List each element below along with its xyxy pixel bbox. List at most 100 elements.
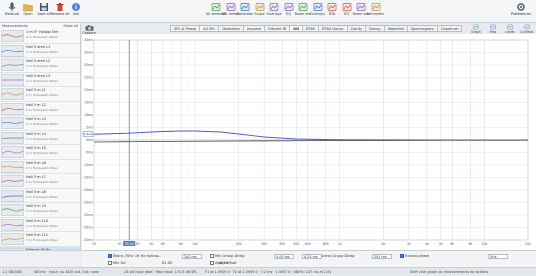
checkbox[interactable] <box>400 254 404 258</box>
info-icon <box>72 3 80 11</box>
measurement-thumbnail-curve <box>2 34 23 38</box>
measurement-thumbnail <box>1 44 24 57</box>
checkbox[interactable] <box>210 261 214 265</box>
option-row2-0[interactable]: Min Gd <box>108 261 126 265</box>
show-all-toggle[interactable]: Show all <box>63 24 78 28</box>
tab-all-spl[interactable]: All SPL <box>200 25 220 32</box>
tab-distortion[interactable]: Distortion <box>219 25 244 32</box>
value-field[interactable]: 0Hz <box>488 254 508 259</box>
measurement-name: 1 m 0° Hollow Elm <box>26 30 59 34</box>
measurement-item[interactable]: Hall 5 m L6 2 m Hollowelm Meter <box>0 160 80 174</box>
tab-decay[interactable]: Decay <box>366 25 385 32</box>
measurement-name: Hall 5 m L11 <box>26 233 49 237</box>
measurement-notes: 2 m Hollowelm Meter <box>26 78 59 83</box>
graph-tabs: SPL & Phase All SPL Distortion Impulse Filte… <box>170 25 463 32</box>
measurement-thumbnail <box>1 233 24 245</box>
measurement-thumbnail <box>1 88 24 100</box>
measurement-notes: 2 m Hollowelm Meter <box>26 122 59 126</box>
measurement-panel-footer <box>0 250 81 267</box>
measurement-notes: 2 m Hollowelm Meter <box>26 223 59 228</box>
tab-spectrogram[interactable]: Spectrogram <box>407 25 438 32</box>
preferences-label: Preferences <box>511 12 531 16</box>
checkbox[interactable] <box>108 254 112 258</box>
measurement-name: Hall 5 m L1 <box>26 88 46 92</box>
folder-icon <box>23 4 33 12</box>
measurement-item[interactable]: Hall 5 ohm L3 2 m Hollowelm Meter <box>0 73 80 87</box>
x-tick-label: 50 <box>150 242 154 246</box>
arithmetic-button[interactable]: Arithmetic <box>365 1 387 21</box>
measurement-item[interactable]: Hall 5 m L4 2 m Hollowelm Meter <box>0 131 80 145</box>
measurement-notes: 2 m Hollowelm Meter <box>26 209 59 213</box>
option-1[interactable]: Min Group Delay <box>210 254 245 258</box>
trash-icon <box>56 3 64 11</box>
measurement-notes: 2 m Hollowelm Meter <box>26 35 59 39</box>
measurement-thumbnail-curve <box>2 49 23 52</box>
graph-controls: Mains 70Hz 16 Hz Hollow... Min Group Dela… <box>82 250 536 267</box>
checkbox[interactable] <box>108 261 112 265</box>
measurement-notes: 2 m Hollowelm Meter <box>26 151 59 155</box>
measurement-item[interactable]: Hall 5 m L8 2 m Hollowelm Meter <box>0 189 80 203</box>
numeric-readout: 16.00 <box>218 261 229 265</box>
measurement-thumbnail-curve <box>2 79 23 80</box>
measurement-thumbnail-curve <box>2 223 23 226</box>
measurement-thumbnail <box>1 30 24 42</box>
value-field[interactable]: 241 ms <box>372 254 392 259</box>
measurement-item[interactable]: Hall 5 m L11 2 m Hollowelm Meter <box>0 232 80 247</box>
measurement-thumbnail <box>1 160 24 173</box>
group-delay-graph[interactable]: 40ms 35ms 30ms 25ms 20ms 15ms 10ms 5ms 0ms -5ms -1… <box>82 34 536 250</box>
save-icon <box>40 3 48 11</box>
group-delay-chart[interactable]: 40ms 35ms 30ms 25ms 20ms 15ms 10ms 5ms 0ms -5ms -1… <box>82 34 536 250</box>
measurement-item[interactable]: Hall 5 ohm L1 2 m Hollowelm Meter <box>0 44 80 58</box>
tab-rt60-decay[interactable]: RT60 Decay <box>319 25 348 32</box>
measurement-notes: 2 m Hollowelm Meter <box>26 64 59 68</box>
tab-rt60[interactable]: RT60 <box>303 25 320 32</box>
y-tick-label: 30ms <box>84 63 93 67</box>
option-3[interactable]: Excess phase <box>400 254 429 258</box>
measurement-item[interactable]: 1 m 0° Hollow Elm 2 m Hollowelm Meter <box>0 29 80 44</box>
measurement-notes: 2 m Hollowelm Meter <box>26 136 59 141</box>
y-tick-label: -25ms <box>83 201 93 205</box>
x-tick-label: 3k <box>407 242 411 246</box>
x-tick-label: 10k <box>481 242 487 246</box>
measurement-item[interactable]: Hall 5 m L10 2 m Hollowelm Meter <box>0 218 80 232</box>
status-cursor: F1 at 1.0909 II · F2 at 1.0909 II · 7.2 … <box>205 269 332 274</box>
measurement-item[interactable]: Hall 5 m L3 2 m Hollowelm Meter <box>0 116 80 131</box>
measurement-name: Hall 5 m L10 <box>26 218 49 223</box>
checkbox-label: Mains 70Hz 16 Hz Hollow... <box>113 254 162 258</box>
measurement-name: Hall 5 m L9 <box>26 204 46 208</box>
tab-waterfall[interactable]: Waterfall <box>384 25 408 32</box>
y-tick-label: 40ms <box>84 38 93 42</box>
checkbox[interactable] <box>210 254 214 258</box>
measurement-item[interactable]: Hall 5 m L5 2 m Hollowelm Meter <box>0 145 80 160</box>
x-tick-label: 100 <box>192 242 198 246</box>
tab-impulse[interactable]: Impulse <box>243 25 266 32</box>
measurement-thumbnail-curve <box>2 237 23 241</box>
tab-filtered-ir[interactable]: Filtered IR <box>265 25 291 32</box>
y-tick-label: 5ms <box>86 126 93 130</box>
option-0[interactable]: Mains 70Hz 16 Hz Hollow... <box>108 254 161 258</box>
value-field[interactable]: 4.25 ms <box>302 254 322 259</box>
tab-clarity[interactable]: Clarity <box>347 25 367 32</box>
x-tick-label: 60 <box>161 242 165 246</box>
measurement-thumbnail <box>1 189 24 202</box>
measurement-thumbnail-curve <box>2 63 23 67</box>
tab-gd[interactable]: GD <box>290 25 304 32</box>
value-field[interactable]: 0.00 ms <box>274 254 294 259</box>
measurement-item[interactable]: Hall 5 m L2 2 m Hollowelm Meter <box>0 102 80 116</box>
x-tick-label: 300 <box>261 242 267 246</box>
measurement-item[interactable]: Hall 5 ohm L2 2 m Hollowelm Meter <box>0 58 80 73</box>
tab-spl-phase[interactable]: SPL & Phase <box>170 25 201 32</box>
x-tick-label: 800 <box>323 242 329 246</box>
info-button[interactable]: Info <box>65 1 87 21</box>
x-tick-label: 4k <box>425 242 429 246</box>
tab-cepstrum[interactable]: Cepstrum <box>437 25 463 32</box>
measurement-item[interactable]: Hall 5 m L7 2 m Hollowelm Meter <box>0 174 80 189</box>
measurement-thumbnail-curve <box>2 121 23 124</box>
measurement-item[interactable]: Hall 5 m L1 2 m Hollowelm Meter <box>0 87 80 102</box>
preferences-button[interactable]: Preferences <box>508 1 534 21</box>
value-field[interactable]: 240 ms <box>182 254 202 259</box>
measurement-item[interactable]: Hall 5 m L9 2 m Hollowelm Meter <box>0 203 80 218</box>
x-tick-label: 30 <box>117 242 121 246</box>
y-tick-label: -30ms <box>83 213 93 217</box>
measurement-thumbnail-curve <box>2 165 23 168</box>
